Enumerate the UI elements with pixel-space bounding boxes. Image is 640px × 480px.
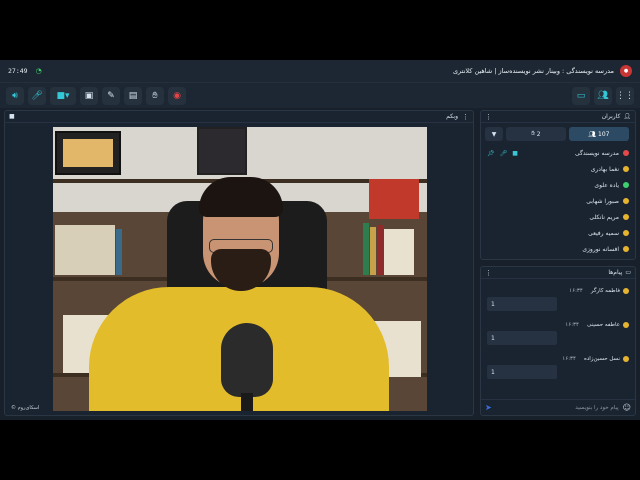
pin-icon: 📌︎ — [487, 149, 495, 157]
chat-menu-icon[interactable]: ⋮ — [485, 269, 492, 277]
user-icon — [623, 246, 629, 252]
user-name: مدرسه نویسندگی — [574, 149, 619, 157]
user-name: سمیه رفیعی — [588, 229, 619, 237]
users-panel: ⋮ کاربران 👤︎ ▼ ✋︎ 2 👥︎ 107 مدرسه نویسندگ… — [480, 110, 636, 260]
title-bar: 27:49 ◔ مدرسه نویسندگی : وبینار نشر نویس… — [0, 60, 640, 82]
webcam-panel: ■ وبکم ⋮ — [4, 110, 474, 416]
tab-all-users[interactable]: 👥︎ 107 — [569, 127, 629, 141]
user-name: صبورا شهابی — [586, 197, 619, 205]
speaker-icon[interactable]: 🔊︎ — [6, 86, 24, 105]
user-name: افسانه نوروزی — [582, 245, 619, 253]
message-time: ۱۶:۳۴ — [565, 322, 579, 328]
chat-message: عاطفه حسینی ۱۶:۳۴ 1 — [487, 319, 629, 353]
raise-hand-icon[interactable]: ✋︎ — [146, 86, 164, 105]
pen-icon[interactable]: ✎ — [102, 86, 120, 105]
chat-placeholder: پیام خود را بنویسید — [575, 404, 619, 411]
raised-hands-count: 2 — [536, 130, 541, 138]
message-text: 1 — [487, 297, 557, 311]
user-row[interactable]: نغما بهادری — [481, 161, 635, 177]
mic-status-icon: 🎤︎ — [499, 149, 508, 157]
chat-panel: ⋮ پیام‌ها ▭ فاطمه کارگر ۱۶:۳۴ 1 عاطفه حس… — [480, 266, 636, 416]
users-header-icon: 👤︎ — [623, 113, 631, 120]
user-icon — [623, 150, 629, 156]
wifi-icon: ◔ — [35, 67, 42, 75]
screen-share-icon[interactable]: ▣ — [80, 86, 98, 105]
user-icon — [623, 182, 629, 188]
user-icon — [623, 166, 629, 172]
user-icon — [623, 356, 629, 362]
file-icon[interactable]: ▤ — [124, 86, 142, 105]
microphone-icon[interactable]: 🎤︎ — [28, 86, 46, 105]
user-row[interactable]: مدرسه نویسندگی 📌︎ 🎤︎ ■ — [481, 145, 635, 161]
user-status-icons: 📌︎ 🎤︎ ■ — [487, 150, 518, 157]
app-window: 27:49 ◔ مدرسه نویسندگی : وبینار نشر نویس… — [0, 60, 640, 420]
user-icon — [623, 198, 629, 204]
emoji-icon[interactable]: ☺ — [623, 403, 631, 412]
video-icon: ■ — [9, 113, 15, 120]
filter-icon[interactable]: ▼ — [485, 127, 503, 141]
people-icon: 👥︎ — [588, 130, 597, 138]
chat-header-icon: ▭ — [625, 269, 631, 276]
message-text: 1 — [487, 331, 557, 345]
skyroom-brand: اسکای‌روم © — [11, 405, 40, 411]
camera-icon[interactable]: ■▾ — [50, 86, 76, 105]
user-name: یاده علوی — [594, 181, 619, 189]
chat-message: فاطمه کارگر ۱۶:۳۴ 1 — [487, 285, 629, 319]
user-row[interactable]: صبورا شهابی — [481, 193, 635, 209]
logo-icon: ● — [620, 65, 632, 77]
message-author: عاطفه حسینی — [586, 322, 620, 328]
user-icon — [623, 230, 629, 236]
record-icon[interactable]: ◉ — [168, 86, 186, 105]
message-author: فاطمه کارگر — [590, 288, 620, 294]
toolbar: 🔊︎ 🎤︎ ■▾ ▣ ✎ ▤ ✋︎ ◉ ▭ 👥︎ ⋮⋮ — [0, 82, 640, 108]
user-row[interactable]: سمیه رفیعی — [481, 225, 635, 241]
chat-icon[interactable]: ▭ — [572, 86, 590, 105]
user-icon — [623, 214, 629, 220]
send-icon[interactable]: ➤ — [485, 403, 492, 412]
user-name: نغما بهادری — [590, 165, 619, 173]
users-count: 107 — [598, 130, 610, 138]
user-icon — [623, 322, 629, 328]
webcam-video — [53, 127, 427, 411]
user-name: مریم نانکلی — [589, 213, 619, 221]
chat-message: نسل حسین‌زاده ۱۶:۳۴ 1 — [487, 353, 629, 387]
message-text: 1 — [487, 365, 557, 379]
cam-status-icon: ■ — [512, 149, 518, 157]
app-title: مدرسه نویسندگی : وبینار نشر نویسنده‌ساز … — [452, 67, 614, 75]
message-time: ۱۶:۳۴ — [562, 356, 576, 362]
clock: 27:49 — [8, 67, 28, 75]
users-title: کاربران — [601, 113, 621, 120]
message-author: نسل حسین‌زاده — [583, 356, 620, 362]
webcam-menu-icon[interactable]: ⋮ — [462, 113, 469, 121]
message-time: ۱۶:۳۴ — [569, 288, 583, 294]
user-row[interactable]: افسانه نوروزی — [481, 241, 635, 257]
webcam-title: وبکم — [446, 113, 458, 120]
user-row[interactable]: مریم نانکلی — [481, 209, 635, 225]
users-icon[interactable]: 👥︎ — [594, 86, 612, 105]
user-icon — [623, 288, 629, 294]
tab-raised-hands[interactable]: ✋︎ 2 — [506, 127, 566, 141]
grid-menu-icon[interactable]: ⋮⋮ — [616, 86, 634, 105]
user-row[interactable]: یاده علوی — [481, 177, 635, 193]
users-menu-icon[interactable]: ⋮ — [485, 113, 492, 121]
chat-title: پیام‌ها — [608, 269, 623, 276]
chat-input[interactable]: ☺ پیام خود را بنویسید ➤ — [481, 399, 635, 415]
hand-icon: ✋︎ — [531, 130, 535, 137]
